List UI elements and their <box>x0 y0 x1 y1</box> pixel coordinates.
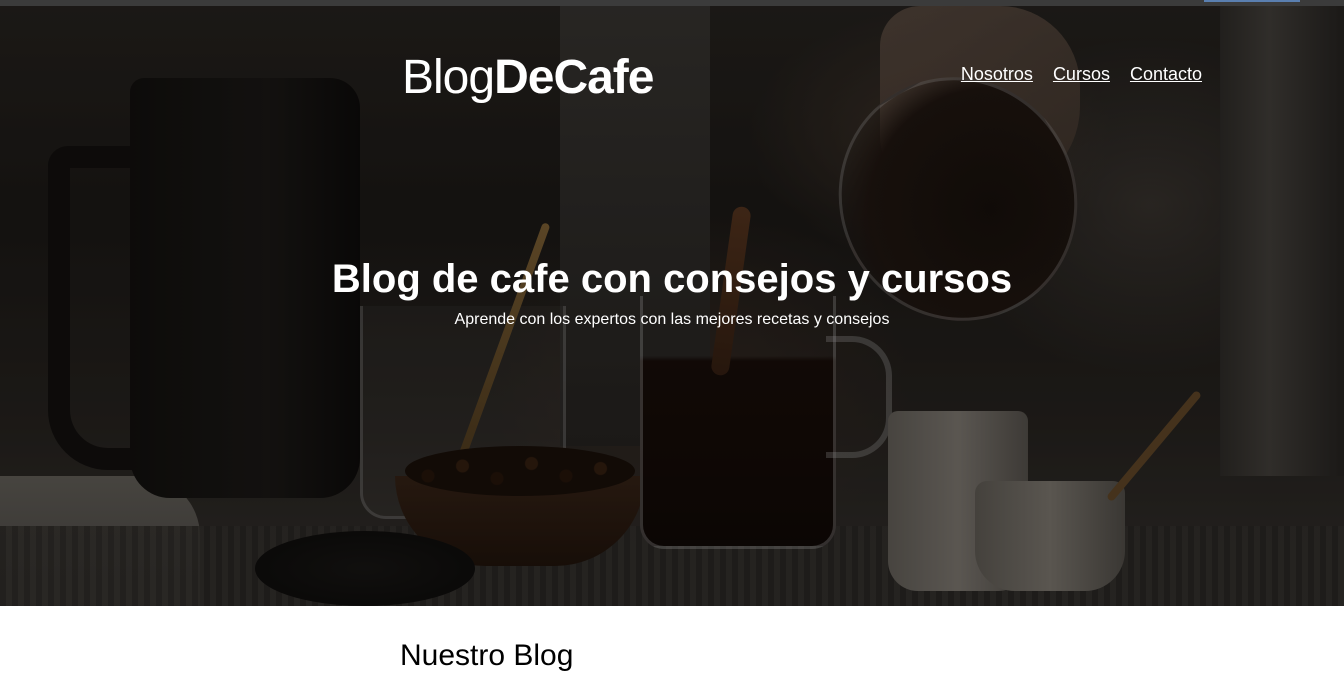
hero-section: BlogDeCafe Nosotros Cursos Contacto Blog… <box>0 6 1344 606</box>
logo-text-light: Blog <box>402 51 495 104</box>
blog-section-title: Nuestro Blog <box>400 639 574 672</box>
site-logo[interactable]: BlogDeCafe <box>402 50 654 106</box>
hero-subtitle: Aprende con los expertos con las mejores… <box>454 311 890 328</box>
main-navigation: Nosotros Cursos Contacto <box>961 64 1202 85</box>
nav-link-nosotros[interactable]: Nosotros <box>961 64 1033 85</box>
logo-text-bold: DeCafe <box>494 51 654 104</box>
site-header: BlogDeCafe Nosotros Cursos Contacto <box>402 50 1202 110</box>
browser-tab-highlight <box>1204 0 1300 2</box>
nav-link-contacto[interactable]: Contacto <box>1130 64 1202 85</box>
nav-link-cursos[interactable]: Cursos <box>1053 64 1110 85</box>
hero-title: Blog de cafe con consejos y cursos <box>331 257 1013 301</box>
hero-text-block: Blog de cafe con consejos y cursos Apren… <box>0 256 1344 330</box>
